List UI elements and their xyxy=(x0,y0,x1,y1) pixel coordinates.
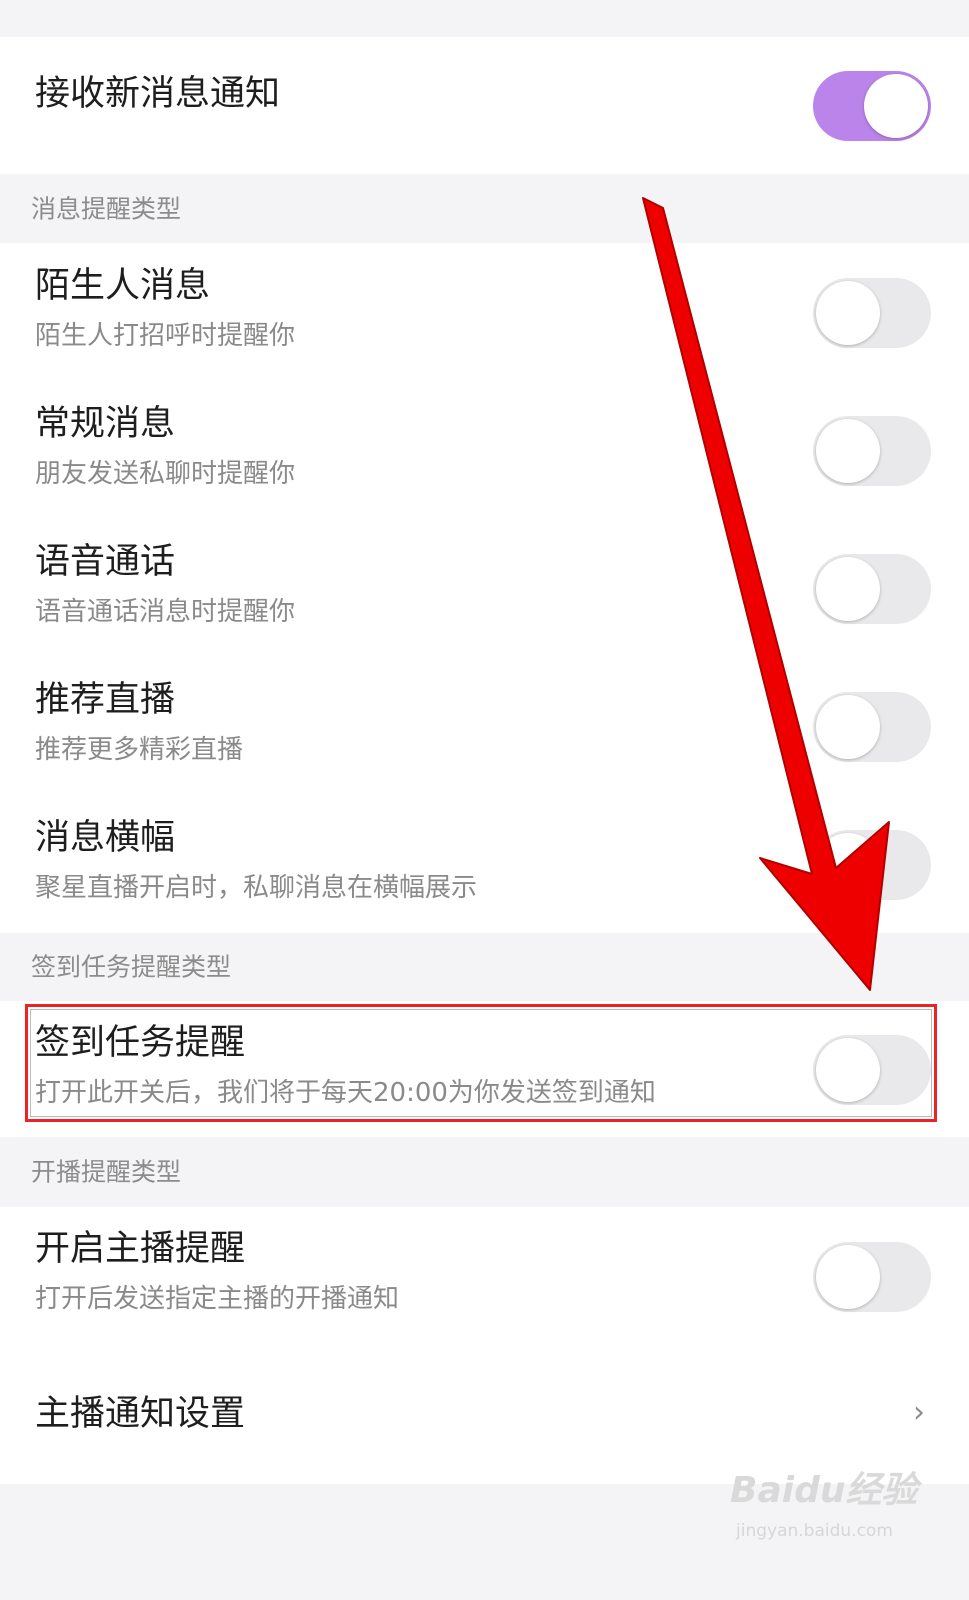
setting-row-recommend[interactable]: 推荐直播 推荐更多精彩直播 xyxy=(0,657,969,795)
anchor-toggle[interactable] xyxy=(813,1242,931,1312)
anchor-settings-title: 主播通知设置 xyxy=(35,1394,246,1434)
setting-subtitle: 语音通话消息时提醒你 xyxy=(35,597,296,627)
setting-row-anchor[interactable]: 开启主播提醒 打开后发送指定主播的开播通知 xyxy=(0,1207,969,1345)
setting-title: 语音通话 xyxy=(35,542,176,582)
setting-row-banner[interactable]: 消息横幅 聚星直播开启时，私聊消息在横幅展示 xyxy=(0,795,969,933)
section-header-broadcast: 开播提醒类型 xyxy=(0,1137,969,1207)
regular-toggle[interactable] xyxy=(813,416,931,486)
setting-subtitle: 打开后发送指定主播的开播通知 xyxy=(35,1284,400,1314)
watermark-url: jingyan.baidu.com xyxy=(736,1521,893,1541)
toggle-knob xyxy=(816,281,880,345)
setting-row-voice[interactable]: 语音通话 语音通话消息时提醒你 xyxy=(0,519,969,657)
setting-row-signin[interactable]: 签到任务提醒 打开此开关后，我们将于每天20:00为你发送签到通知 xyxy=(0,1001,969,1137)
section-header-label: 签到任务提醒类型 xyxy=(31,952,232,982)
setting-row-stranger[interactable]: 陌生人消息 陌生人打招呼时提醒你 xyxy=(0,243,969,381)
setting-title: 开启主播提醒 xyxy=(35,1229,246,1269)
watermark: Baidu经验 jingyan.baidu.com xyxy=(730,1463,940,1553)
toggle-knob xyxy=(816,419,880,483)
banner-toggle[interactable] xyxy=(813,830,931,900)
setting-title: 陌生人消息 xyxy=(35,266,211,306)
section-header-message-types: 消息提醒类型 xyxy=(0,174,969,243)
toggle-knob xyxy=(816,1038,880,1102)
setting-title: 推荐直播 xyxy=(35,680,176,720)
section-header-label: 开播提醒类型 xyxy=(31,1157,182,1187)
setting-title: 签到任务提醒 xyxy=(35,1023,246,1063)
toggle-knob xyxy=(816,833,880,897)
section-header-label: 消息提醒类型 xyxy=(31,194,182,223)
setting-row-regular[interactable]: 常规消息 朋友发送私聊时提醒你 xyxy=(0,381,969,519)
master-notification-row[interactable]: 接收新消息通知 xyxy=(0,37,969,174)
signin-toggle[interactable] xyxy=(813,1035,931,1105)
master-notification-toggle[interactable] xyxy=(813,71,931,141)
stranger-toggle[interactable] xyxy=(813,278,931,348)
chevron-right-icon: › xyxy=(913,1395,925,1430)
setting-subtitle: 陌生人打招呼时提醒你 xyxy=(35,321,296,351)
toggle-knob xyxy=(816,557,880,621)
toggle-knob xyxy=(864,74,928,138)
watermark-logo: Baidu经验 xyxy=(730,1470,918,1511)
setting-subtitle: 聚星直播开启时，私聊消息在横幅展示 xyxy=(35,873,478,903)
toggle-knob xyxy=(816,695,880,759)
section-header-signin: 签到任务提醒类型 xyxy=(0,933,969,1001)
voice-toggle[interactable] xyxy=(813,554,931,624)
setting-title: 消息横幅 xyxy=(35,818,176,858)
recommend-toggle[interactable] xyxy=(813,692,931,762)
setting-subtitle: 推荐更多精彩直播 xyxy=(35,735,244,765)
setting-title: 常规消息 xyxy=(35,404,176,444)
setting-subtitle: 打开此开关后，我们将于每天20:00为你发送签到通知 xyxy=(35,1078,656,1108)
master-notification-title: 接收新消息通知 xyxy=(35,74,281,114)
setting-subtitle: 朋友发送私聊时提醒你 xyxy=(35,459,296,489)
toggle-knob xyxy=(816,1245,880,1309)
